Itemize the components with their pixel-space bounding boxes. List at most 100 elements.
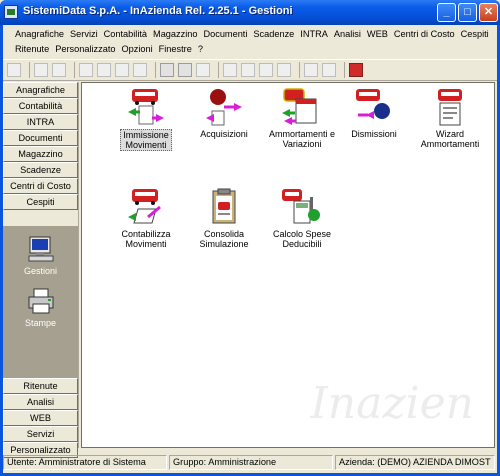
filter-icon[interactable] xyxy=(259,63,273,77)
next-record-icon[interactable] xyxy=(115,63,129,77)
app-label: Consolida Simulazione xyxy=(199,229,249,249)
sidebar-top-group: Anagrafiche Contabilità INTRA Documenti … xyxy=(3,82,78,210)
list-view-icon[interactable] xyxy=(160,63,174,77)
menu-contabilita[interactable]: Contabilità xyxy=(101,27,150,43)
toolbar-separator xyxy=(218,62,219,78)
toolbar-separator xyxy=(29,62,30,78)
menu-row-1: Anagrafiche Servizi Contabilità Magazzin… xyxy=(12,27,492,43)
folder-icon[interactable] xyxy=(7,63,21,77)
last-record-icon[interactable] xyxy=(133,63,147,77)
minimize-button[interactable]: _ xyxy=(437,3,456,22)
edit-document-icon[interactable] xyxy=(52,63,66,77)
status-group: Gruppo: Amministrazione xyxy=(169,455,333,470)
sidebar-item-documenti[interactable]: Documenti xyxy=(3,130,78,146)
app-dismissioni[interactable]: Dismissioni xyxy=(334,87,414,139)
panel-item-gestioni[interactable]: Gestioni xyxy=(3,266,78,276)
menu-opzioni[interactable]: Opzioni xyxy=(119,42,156,58)
panel-item-stampe[interactable]: Stampe xyxy=(3,318,78,328)
app-label: Wizard Ammortamenti xyxy=(420,129,480,149)
status-bar: Utente: Amministratore di Sistema Gruppo… xyxy=(3,455,497,471)
app-label: Dismissioni xyxy=(351,129,397,139)
wizard-icon xyxy=(438,89,462,126)
app-consolida-simulazione[interactable]: Consolida Simulazione xyxy=(184,187,264,249)
status-company: Azienda: (DEMO) AZIENDA DIMOST xyxy=(335,455,495,470)
status-user: Utente: Amministratore di Sistema xyxy=(3,455,167,470)
app-wizard-ammortamenti[interactable]: Wizard Ammortamenti xyxy=(410,87,490,149)
menu-anagrafiche[interactable]: Anagrafiche xyxy=(12,27,67,43)
maximize-button[interactable]: □ xyxy=(458,3,477,22)
toolbar xyxy=(3,59,497,81)
previous-record-icon[interactable] xyxy=(97,63,111,77)
toolbar-separator xyxy=(155,62,156,78)
sidebar-item-magazzino[interactable]: Magazzino xyxy=(3,146,78,162)
menu-analisi[interactable]: Analisi xyxy=(331,27,364,43)
menu-documenti[interactable]: Documenti xyxy=(200,27,250,43)
menu-magazzino[interactable]: Magazzino xyxy=(150,27,200,43)
menu-finestre[interactable]: Finestre xyxy=(156,42,195,58)
app-icon[interactable] xyxy=(4,5,18,19)
dismissal-icon xyxy=(356,89,390,119)
sidebar-item-contabilita[interactable]: Contabilità xyxy=(3,98,78,114)
bus-calculator-icon xyxy=(282,189,320,224)
client-area: Anagrafiche Servizi Contabilità Magazzin… xyxy=(3,25,497,473)
print-preview-icon[interactable] xyxy=(241,63,255,77)
sidebar-item-web[interactable]: WEB xyxy=(3,410,78,426)
computer-icon[interactable] xyxy=(27,236,55,262)
menu-centri-di-costo[interactable]: Centri di Costo xyxy=(391,27,458,43)
app-ammortamenti-variazioni[interactable]: Ammortamenti e Variazioni xyxy=(262,87,342,149)
toolbar-separator xyxy=(299,62,300,78)
app-immissione-movimenti[interactable]: Immissione Movimenti xyxy=(106,87,186,151)
window-title: SistemiData S.p.A. - InAzienda Rel. 2.25… xyxy=(23,5,293,17)
app-acquisizioni[interactable]: Acquisizioni xyxy=(184,87,264,139)
exit-icon[interactable] xyxy=(349,63,363,77)
sidebar-bottom-group: Ritenute Analisi WEB Servizi Personalizz… xyxy=(3,378,78,458)
main-panel: Inazien Immissione Movimenti Acquisizion… xyxy=(81,82,495,448)
menu-personalizzato[interactable]: Personalizzato xyxy=(52,42,118,58)
bus-ledger-icon xyxy=(128,189,161,224)
app-contabilizza-movimenti[interactable]: Contabilizza Movimenti xyxy=(106,187,186,249)
toolbar-separator xyxy=(344,62,345,78)
menu-scadenze[interactable]: Scadenze xyxy=(250,27,297,43)
menu-cespiti[interactable]: Cespiti xyxy=(458,27,492,43)
sidebar-item-anagrafiche[interactable]: Anagrafiche xyxy=(3,82,78,98)
grid-view-icon[interactable] xyxy=(196,63,210,77)
app-calcolo-spese-deducibili[interactable]: Calcolo Spese Deducibili xyxy=(262,187,342,249)
new-document-icon[interactable] xyxy=(34,63,48,77)
bus-calendar-icon xyxy=(282,88,317,125)
menu-ritenute[interactable]: Ritenute xyxy=(12,42,52,58)
menu-bar: Anagrafiche Servizi Contabilità Magazzin… xyxy=(3,25,497,59)
bus-document-icon xyxy=(128,89,164,125)
menu-help[interactable]: ? xyxy=(195,42,206,58)
watermark-logo: Inazien xyxy=(310,378,474,429)
sidebar-item-intra[interactable]: INTRA xyxy=(3,114,78,130)
sidebar-item-analisi[interactable]: Analisi xyxy=(3,394,78,410)
app-label: Acquisizioni xyxy=(200,129,248,139)
print-icon[interactable] xyxy=(223,63,237,77)
close-button[interactable]: ✕ xyxy=(479,3,498,22)
sidebar-panel: Gestioni Stampe xyxy=(3,226,78,378)
acquisition-icon xyxy=(206,89,242,126)
menu-web[interactable]: WEB xyxy=(364,27,391,43)
sidebar-item-centri-di-costo[interactable]: Centri di Costo xyxy=(3,178,78,194)
cascade-icon[interactable] xyxy=(304,63,318,77)
sidebar-item-scadenze[interactable]: Scadenze xyxy=(3,162,78,178)
sidebar: Anagrafiche Contabilità INTRA Documenti … xyxy=(3,82,79,458)
sidebar-item-servizi[interactable]: Servizi xyxy=(3,426,78,442)
menu-row-2: Ritenute Personalizzato Opzioni Finestre… xyxy=(12,42,206,58)
app-label: Immissione Movimenti xyxy=(120,129,172,151)
detail-view-icon[interactable] xyxy=(178,63,192,77)
sidebar-item-ritenute[interactable]: Ritenute xyxy=(3,378,78,394)
tile-icon[interactable] xyxy=(322,63,336,77)
printer-icon[interactable] xyxy=(27,288,55,314)
toolbar-separator xyxy=(74,62,75,78)
app-label: Ammortamenti e Variazioni xyxy=(268,129,336,149)
clipboard-icon xyxy=(212,188,236,224)
report-icon[interactable] xyxy=(277,63,291,77)
title-bar[interactable]: SistemiData S.p.A. - InAzienda Rel. 2.25… xyxy=(0,0,500,25)
menu-servizi[interactable]: Servizi xyxy=(67,27,101,43)
first-record-icon[interactable] xyxy=(79,63,93,77)
sidebar-item-cespiti[interactable]: Cespiti xyxy=(3,194,78,210)
app-label: Calcolo Spese Deducibili xyxy=(272,229,332,249)
app-label: Contabilizza Movimenti xyxy=(121,229,171,249)
menu-intra[interactable]: INTRA xyxy=(297,27,331,43)
